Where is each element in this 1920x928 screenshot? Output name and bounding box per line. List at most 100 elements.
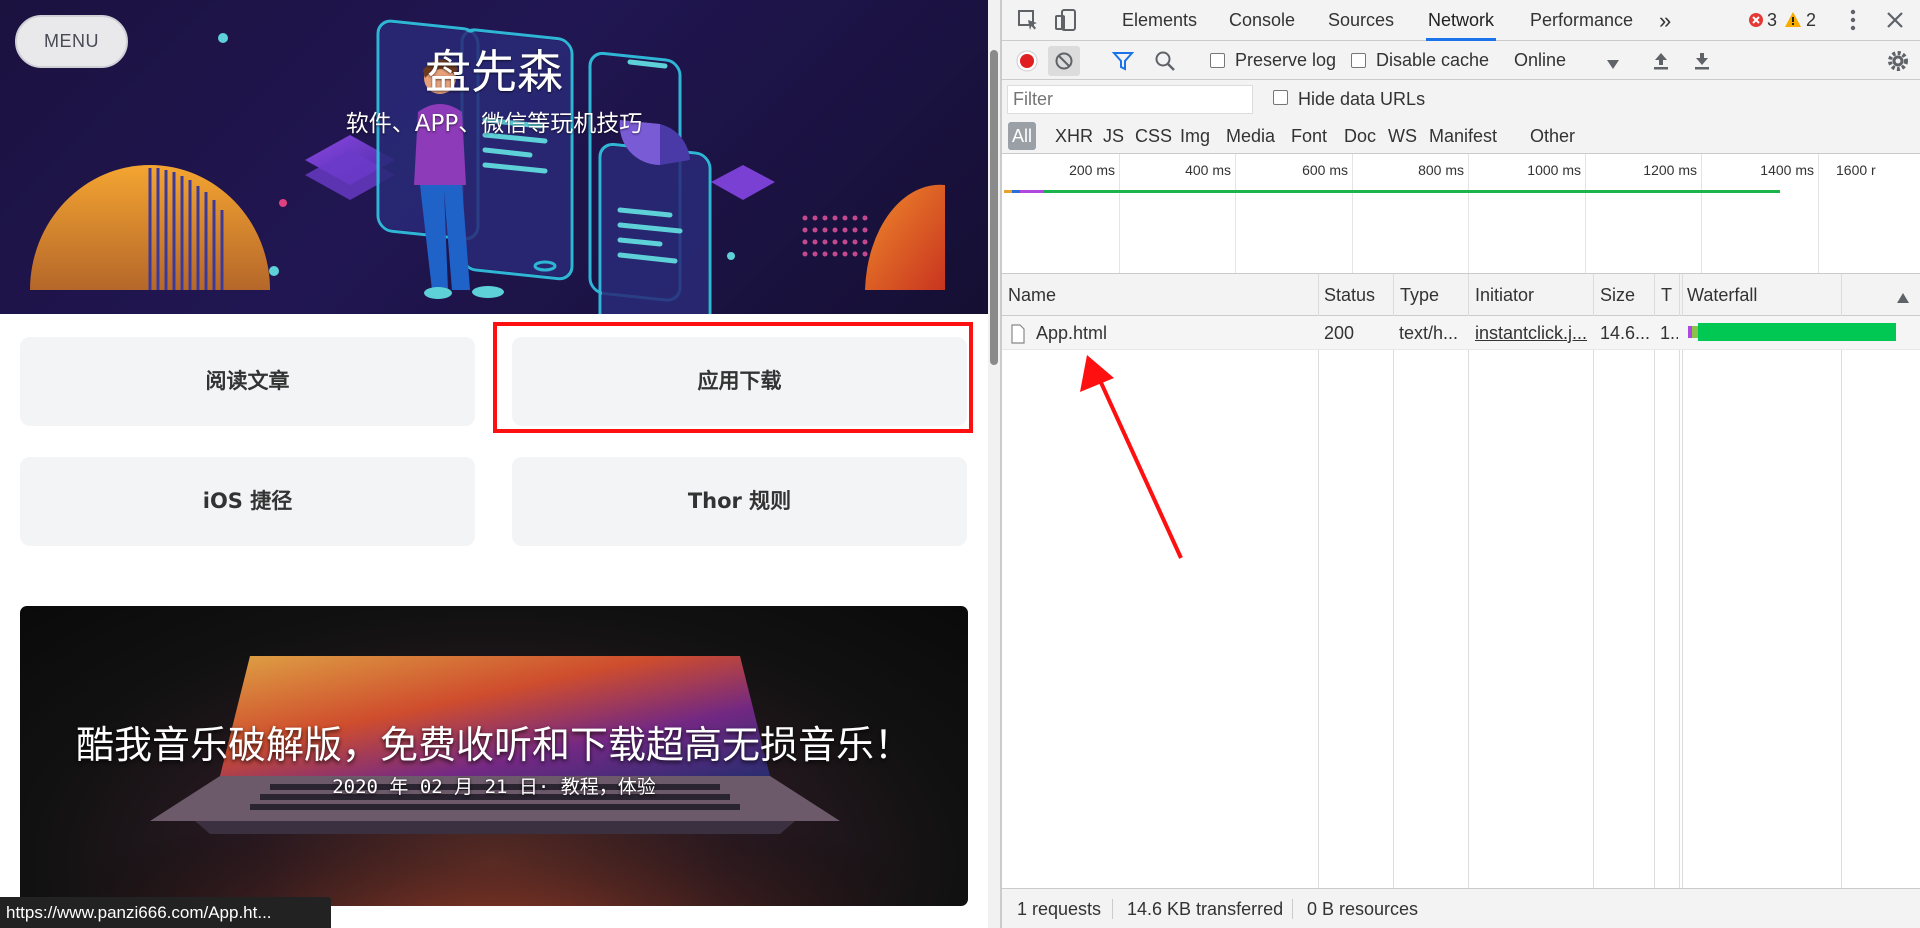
requests-table-header: Name Status Type Initiator Size T Waterf…: [1002, 274, 1920, 316]
timeline-tick: 1000 ms: [1527, 162, 1581, 178]
sort-up-icon[interactable]: [1897, 290, 1909, 308]
filter-type-img[interactable]: Img: [1180, 122, 1210, 150]
tab-elements[interactable]: Elements: [1122, 0, 1197, 41]
table-row[interactable]: App.html 200 text/h... instantclick.j...…: [1002, 316, 1920, 350]
request-name[interactable]: App.html: [1036, 316, 1306, 350]
more-tabs-icon[interactable]: »: [1659, 0, 1671, 41]
timeline-tick: 400 ms: [1185, 162, 1231, 178]
device-toolbar-icon[interactable]: [1054, 8, 1078, 37]
timeline-bar-connect: [1020, 190, 1044, 193]
filter-type-font[interactable]: Font: [1291, 122, 1327, 150]
status-footer: 1 requests 14.6 KB transferred 0 B resou…: [1002, 888, 1920, 928]
resources-size: 0 B resources: [1307, 899, 1419, 919]
warning-icon[interactable]: [1784, 11, 1802, 33]
timeline-tick: 800 ms: [1418, 162, 1464, 178]
timeline-gridline: [1235, 154, 1236, 273]
inspect-element-icon[interactable]: [1016, 8, 1040, 37]
column-waterfall[interactable]: Waterfall: [1687, 274, 1757, 316]
request-initiator-link[interactable]: instantclick.j...: [1475, 316, 1591, 350]
preserve-log-label: Preserve log: [1235, 50, 1337, 70]
request-size: 14.6...: [1600, 323, 1651, 343]
record-icon[interactable]: [1016, 50, 1038, 77]
preserve-log-checkbox[interactable]: [1210, 53, 1225, 68]
timeline-overview[interactable]: 200 ms 400 ms 600 ms 800 ms 1000 ms 1200…: [1002, 154, 1920, 274]
warning-count[interactable]: 2: [1806, 0, 1816, 41]
article-title[interactable]: 酷我音乐破解版，免费收听和下载超高无损音乐！: [20, 714, 968, 769]
site-subtitle: 软件、APP、微信等玩机技巧: [345, 111, 643, 137]
filter-input[interactable]: [1007, 85, 1253, 114]
filter-type-ws[interactable]: WS: [1388, 122, 1417, 150]
import-har-icon[interactable]: [1652, 51, 1670, 76]
filter-type-manifest[interactable]: Manifest: [1429, 122, 1497, 150]
more-options-icon[interactable]: [1849, 9, 1857, 36]
timeline-gridline: [1352, 154, 1353, 273]
error-icon[interactable]: [1748, 12, 1764, 33]
column-divider: [1654, 274, 1655, 888]
column-initiator[interactable]: Initiator: [1475, 274, 1534, 316]
column-divider: [1679, 274, 1680, 888]
waterfall-gridline: [1841, 274, 1842, 888]
devtools-tab-bar: Elements Console Sources Network Perform…: [1002, 0, 1920, 41]
filter-icon[interactable]: [1111, 51, 1135, 76]
tab-sources[interactable]: Sources: [1328, 0, 1394, 41]
article-card[interactable]: 酷我音乐破解版，免费收听和下载超高无损音乐！ 2020 年 02 月 21 日·…: [20, 606, 968, 906]
filter-type-css[interactable]: CSS: [1135, 122, 1172, 150]
column-status[interactable]: Status: [1324, 274, 1375, 316]
request-time: 1...: [1660, 323, 1678, 343]
chevron-down-icon[interactable]: [1607, 56, 1619, 74]
tab-performance[interactable]: Performance: [1530, 0, 1633, 41]
column-time[interactable]: T: [1661, 274, 1672, 316]
tab-console[interactable]: Console: [1229, 0, 1295, 41]
filter-bar: Hide data URLs All XHR JS CSS Img Media …: [1002, 80, 1920, 154]
timeline-bar-download: [1044, 190, 1780, 193]
status-bar-url: https://www.panzi666.com/App.ht...: [0, 897, 331, 928]
close-icon[interactable]: [1886, 11, 1904, 34]
filter-type-doc[interactable]: Doc: [1344, 122, 1376, 150]
filter-type-js[interactable]: JS: [1103, 122, 1124, 150]
nav-tile-ios-shortcuts[interactable]: iOS 捷径: [20, 457, 475, 546]
nav-tile-read-articles[interactable]: 阅读文章: [20, 337, 475, 426]
timeline-tick: 600 ms: [1302, 162, 1348, 178]
hero-banner: MENU 盘先森 软件、APP、微信等玩机技巧: [0, 0, 988, 314]
timeline-gridline: [1468, 154, 1469, 273]
devtools-panel: Elements Console Sources Network Perform…: [1000, 0, 1920, 928]
waterfall-bar-download: [1698, 323, 1896, 341]
timeline-gridline: [1818, 154, 1819, 273]
clear-icon[interactable]: [1048, 46, 1080, 76]
timeline-bar-dns: [1012, 190, 1020, 193]
timeline-tick: 1400 ms: [1760, 162, 1814, 178]
page-scrollbar[interactable]: [988, 0, 1000, 928]
search-icon[interactable]: [1154, 50, 1176, 77]
filter-type-other[interactable]: Other: [1530, 122, 1575, 150]
filter-type-all[interactable]: All: [1008, 122, 1037, 150]
column-size[interactable]: Size: [1600, 274, 1635, 316]
export-har-icon[interactable]: [1693, 51, 1711, 76]
request-status: 200: [1324, 323, 1355, 343]
nav-tile-thor-rules[interactable]: Thor 规则: [512, 457, 967, 546]
error-count[interactable]: 3: [1767, 0, 1777, 41]
timeline-tick: 1200 ms: [1643, 162, 1697, 178]
column-name[interactable]: Name: [1008, 274, 1056, 316]
settings-gear-icon[interactable]: [1886, 49, 1910, 78]
column-type[interactable]: Type: [1400, 274, 1439, 316]
filter-type-xhr[interactable]: XHR: [1055, 122, 1093, 150]
website-viewport: MENU 盘先森 软件、APP、微信等玩机技巧 阅读文章 应用下载 iOS 捷径…: [0, 0, 988, 928]
hide-data-urls-label: Hide data URLs: [1298, 89, 1426, 109]
column-divider: [1393, 274, 1394, 888]
requests-count: 1 requests: [1017, 899, 1102, 919]
timeline-bar-stall: [1004, 190, 1012, 193]
nav-tile-app-download[interactable]: 应用下载: [512, 337, 967, 426]
column-divider: [1468, 274, 1469, 888]
column-divider: [1593, 274, 1594, 888]
throttling-select[interactable]: Online: [1514, 41, 1566, 80]
timeline-gridline: [1119, 154, 1120, 273]
footer-divider: [1292, 899, 1293, 919]
tab-network[interactable]: Network: [1426, 0, 1497, 41]
filter-type-media[interactable]: Media: [1226, 122, 1275, 150]
page-scrollbar-thumb[interactable]: [990, 50, 998, 365]
hide-data-urls-checkbox[interactable]: [1273, 90, 1288, 105]
network-toolbar: Preserve log Disable cache Online: [1002, 41, 1920, 80]
disable-cache-checkbox[interactable]: [1351, 53, 1366, 68]
site-title: 盘先森: [425, 45, 563, 99]
timeline-gridline: [1701, 154, 1702, 273]
